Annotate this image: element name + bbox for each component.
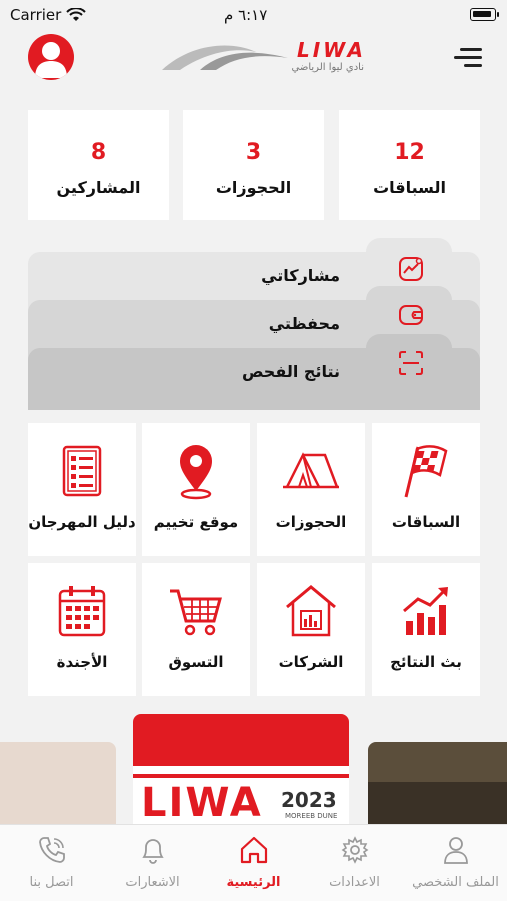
banner-next-shade — [368, 782, 507, 827]
banner-slide-current[interactable]: LIWA 2023 MOREEB DUNE — [133, 714, 349, 829]
bar-chart-up-icon — [403, 587, 448, 635]
stat-card-participants[interactable]: 8 المشاركين — [28, 110, 169, 220]
grid-item-live-results[interactable]: بث النتائج — [372, 563, 480, 696]
banner-slide-next[interactable] — [368, 742, 507, 827]
bottom-tab-bar: الملف الشخصي الاعدادات الرئيسية الاشعارا… — [0, 824, 507, 901]
header: LIWA نادي ليوا الرياضي — [0, 34, 507, 94]
liwa-logo: LIWA نادي ليوا الرياضي — [160, 38, 370, 82]
tab-home[interactable]: الرئيسية — [203, 825, 304, 901]
menu-button[interactable] — [452, 48, 482, 68]
banner-title: LIWA — [141, 780, 263, 826]
stat-value: 8 — [90, 140, 107, 165]
phone-icon — [39, 837, 65, 863]
banner-subtitle: MOREEB DUNE — [285, 812, 338, 820]
status-bar: Carrier ٦:١٧ م — [0, 0, 507, 34]
grid-item-label: بث النتائج — [390, 653, 462, 671]
banner-slide-previous[interactable] — [0, 742, 116, 827]
tab-label: الاشعارات — [125, 875, 180, 890]
carrier-label: Carrier — [10, 6, 62, 24]
tab-settings[interactable]: الاعدادات — [304, 825, 405, 901]
chart-icon — [399, 257, 423, 281]
location-pin-icon — [180, 445, 212, 500]
grid-item-shopping[interactable]: التسوق — [142, 563, 250, 696]
tab-notifications[interactable]: الاشعارات — [102, 825, 203, 901]
grid-item-label: السباقات — [391, 513, 461, 531]
wifi-icon — [66, 8, 86, 21]
banner-stripe — [133, 774, 349, 778]
grid-item-label: الأجندة — [56, 653, 108, 671]
tab-contact[interactable]: اتصل بنا — [1, 825, 102, 901]
grid-item-camping-location[interactable]: موقع تخييم — [142, 423, 250, 556]
stat-card-bookings[interactable]: 3 الحجوزات — [183, 110, 324, 220]
dropdown-check-results[interactable]: نتائج الفحص — [28, 334, 480, 410]
grid-item-festival-guide[interactable]: دليل المهرجان — [28, 423, 136, 556]
grid-item-label: دليل المهرجان — [28, 513, 136, 531]
logo-word: LIWA — [296, 38, 366, 62]
menu-line — [454, 56, 482, 59]
logo-subtitle: نادي ليوا الرياضي — [291, 62, 364, 73]
checkered-flag-icon — [404, 445, 448, 498]
grid-item-companies[interactable]: الشركات — [257, 563, 365, 696]
profile-avatar[interactable] — [28, 34, 74, 80]
grid-item-label: التسوق — [168, 653, 224, 671]
scan-icon — [399, 351, 423, 375]
person-icon — [444, 837, 468, 864]
clock: ٦:١٧ م — [224, 6, 268, 24]
stat-value: 12 — [394, 140, 425, 165]
home-icon — [240, 836, 268, 864]
shopping-cart-icon — [170, 589, 222, 636]
banner-carousel[interactable]: LIWA 2023 MOREEB DUNE — [0, 712, 507, 829]
grid-item-agenda[interactable]: الأجندة — [28, 563, 136, 696]
tab-label: الملف الشخصي — [412, 875, 499, 890]
stat-card-races[interactable]: 12 السباقات — [339, 110, 480, 220]
menu-line — [464, 64, 482, 67]
gear-icon — [341, 836, 369, 864]
stat-label: الحجوزات — [215, 178, 292, 197]
tab-label: اتصل بنا — [29, 875, 74, 890]
checklist-icon — [62, 445, 102, 497]
logo-swoosh-icon — [162, 45, 288, 70]
grid-item-label: الحجوزات — [275, 513, 347, 531]
grid-item-races[interactable]: السباقات — [372, 423, 480, 556]
tent-icon — [283, 452, 339, 489]
dropdown-label: مشاركاتي — [261, 266, 340, 285]
dropdown-label: نتائج الفحص — [241, 362, 340, 381]
wallet-icon — [399, 305, 423, 325]
building-icon — [286, 585, 336, 637]
bell-icon — [142, 839, 164, 864]
menu-line — [460, 48, 482, 51]
tab-label: الاعدادات — [329, 875, 380, 890]
grid-item-bookings[interactable]: الحجوزات — [257, 423, 365, 556]
stat-label: السباقات — [373, 178, 446, 197]
grid-item-label: الشركات — [278, 653, 344, 671]
stat-label: المشاركين — [56, 178, 141, 197]
quick-access-stack: مشاركاتي محفظتي نتائج الفحص — [28, 238, 480, 410]
grid-item-label: موقع تخييم — [153, 513, 239, 531]
battery-icon — [470, 8, 499, 21]
tab-label: الرئيسية — [226, 875, 281, 890]
person-silhouette-icon — [35, 42, 67, 78]
banner-year: 2023 — [281, 788, 337, 812]
dropdown-label: محفظتي — [268, 314, 340, 333]
calendar-icon — [58, 586, 106, 637]
tab-profile[interactable]: الملف الشخصي — [405, 825, 506, 901]
stat-value: 3 — [245, 140, 262, 165]
